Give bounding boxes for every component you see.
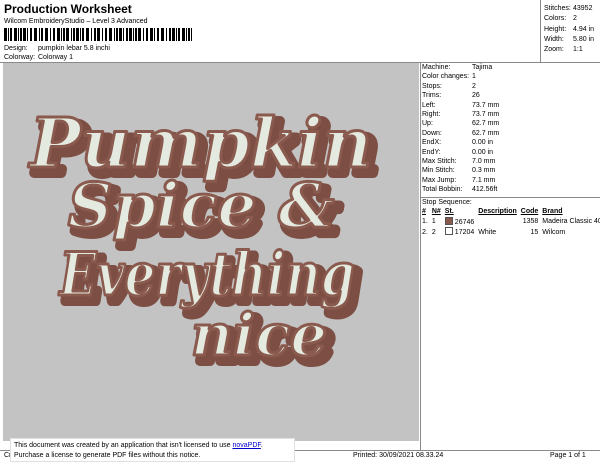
design-line-4: nice bbox=[191, 301, 327, 369]
machine-row: Max Jump: 7.1 mm bbox=[422, 176, 496, 184]
colorway-label: Colorway: bbox=[4, 54, 36, 61]
design-value: pumpkin lebar 5.8 inchi bbox=[38, 45, 110, 52]
machine-row: Left: 73.7 mm bbox=[422, 101, 500, 109]
col-needle: N# bbox=[431, 208, 441, 215]
sequence-divider bbox=[420, 197, 600, 198]
stat-colors: Colors: 2 bbox=[544, 15, 577, 23]
software-name: Wilcom EmbroideryStudio – Level 3 Advanc… bbox=[4, 18, 148, 25]
stat-stitches: Stitches: 43952 bbox=[544, 5, 593, 12]
col-brand: Brand bbox=[542, 208, 563, 215]
col-num: # bbox=[422, 208, 426, 215]
page-number: Page 1 of 1 bbox=[550, 452, 586, 459]
design-name-row: Design: pumpkin lebar 5.8 inchi bbox=[4, 45, 110, 52]
machine-row: Stops: 2 bbox=[422, 82, 476, 90]
table-header: # N# St. Description Code Brand bbox=[421, 207, 600, 217]
stat-height: Height: 4.94 in bbox=[544, 25, 595, 33]
stats-panel: Stitches: 43952 Colors: 2 Height: 4.94 in W… bbox=[544, 4, 594, 55]
stop-sequence-title: Stop Sequence: bbox=[422, 199, 472, 206]
machine-row: Up: 62.7 mm bbox=[422, 120, 500, 128]
color-swatch bbox=[444, 216, 453, 225]
stat-zoom: Zoom: 1:1 bbox=[544, 46, 583, 54]
col-code: Code bbox=[520, 208, 539, 215]
colorway-row: Colorway: Colorway 1 bbox=[4, 54, 73, 61]
stat-width: Width: 5.80 in bbox=[544, 35, 595, 43]
col-stitches: St. bbox=[444, 208, 454, 215]
machine-row: Color changes: 1 bbox=[422, 73, 476, 81]
colorway-value: Colorway 1 bbox=[38, 54, 74, 61]
machine-row: EndX: 0.00 in bbox=[422, 139, 494, 147]
machine-row: EndY: 0.00 in bbox=[422, 148, 494, 156]
stop-sequence-table: # N# St. Description Code Brand 1. 1 267… bbox=[421, 207, 600, 238]
machine-row: Machine: Tajima bbox=[422, 64, 493, 71]
license-notice: This document was created by an applicat… bbox=[10, 438, 295, 462]
machine-row: Right: 73.7 mm bbox=[422, 111, 500, 119]
machine-row: Total Bobbin: 412.56ft bbox=[422, 186, 498, 194]
machine-row: Down: 62.7 mm bbox=[422, 129, 500, 137]
panel-divider bbox=[420, 62, 421, 450]
table-row: 1. 1 26746 1358 Madeira Classic 40 bbox=[422, 216, 600, 226]
design-line-3: Everything bbox=[58, 240, 355, 310]
col-description: Description bbox=[478, 208, 517, 215]
design-preview: Pumpkin Spice & Everything nice Pumpkin … bbox=[3, 63, 419, 441]
novapdf-link[interactable]: novaPDF bbox=[232, 442, 260, 449]
design-label: Design: bbox=[4, 45, 28, 52]
table-row: 2. 2 17204 White 15 Wilcom bbox=[422, 227, 566, 236]
machine-row: Trims: 26 bbox=[422, 92, 480, 100]
machine-row: Min Stitch: 0.3 mm bbox=[422, 167, 496, 175]
color-swatch bbox=[444, 227, 453, 235]
machine-row: Max Stitch: 7.0 mm bbox=[422, 158, 496, 166]
machine-info: Machine: Tajima Color changes: 1 Stops: 2 T… bbox=[422, 63, 499, 195]
printed-date: Printed: 30/09/2021 08.33.24 bbox=[353, 452, 444, 459]
design-line-2: Spice & bbox=[68, 169, 334, 242]
page-title: Production Worksheet bbox=[4, 2, 132, 16]
embroidery-artwork: Pumpkin Spice & Everything nice Pumpkin … bbox=[26, 103, 383, 381]
stats-divider bbox=[540, 0, 541, 62]
barcode bbox=[4, 28, 192, 41]
